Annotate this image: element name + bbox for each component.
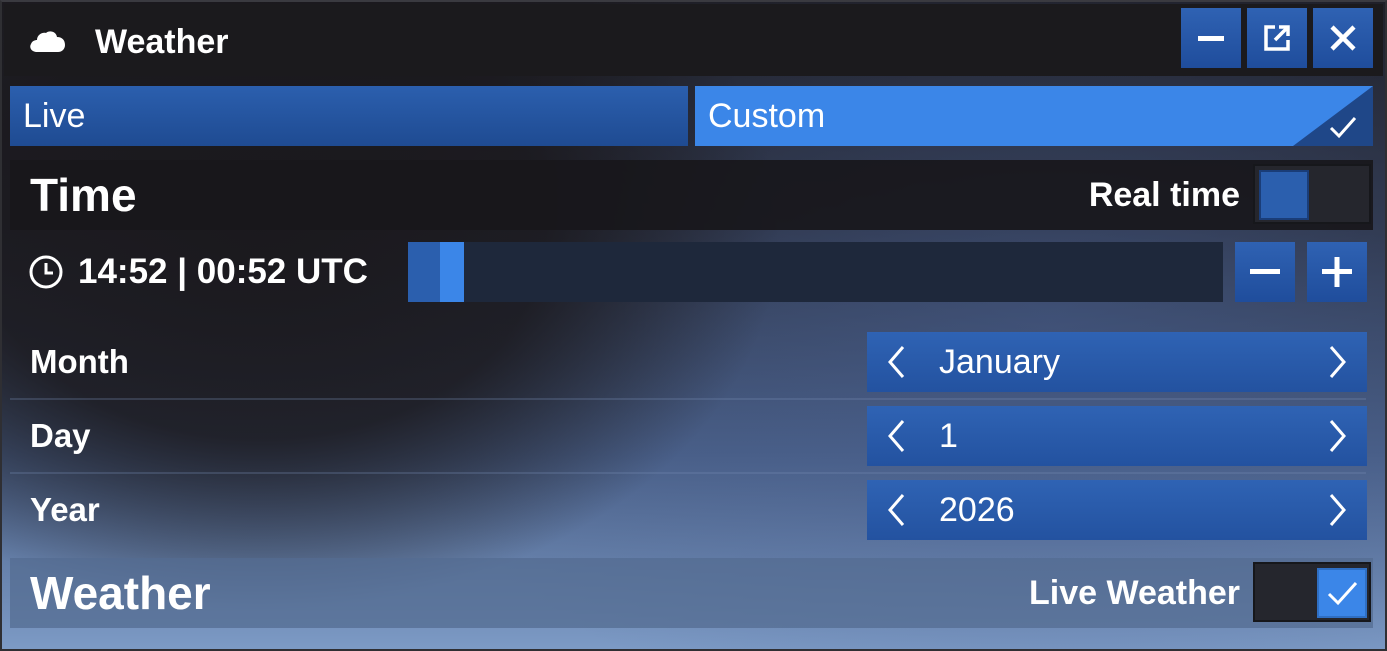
tab-live[interactable]: Live [10,86,688,146]
minimize-button[interactable] [1181,8,1241,68]
time-slider-thumb[interactable] [440,242,464,302]
close-icon [1330,25,1356,51]
check-icon [1327,581,1358,606]
time-section-title: Time [30,169,137,221]
title-bar: Weather [4,4,1383,76]
chevron-right-icon [1329,494,1346,526]
weather-section-header: Weather Live Weather [10,558,1373,628]
time-slider-fill [408,242,440,302]
month-label: Month [30,343,129,380]
time-decrement-button[interactable] [1235,242,1295,302]
popout-button[interactable] [1247,8,1307,68]
time-increment-button[interactable] [1307,242,1367,302]
day-value: 1 [939,417,958,455]
selected-check-icon [1293,86,1373,146]
year-value: 2026 [939,491,1015,529]
minimize-icon [1198,36,1224,41]
chevron-left-icon [888,494,905,526]
time-section-header: Time Real time [10,160,1373,230]
live-weather-toggle[interactable] [1253,562,1371,622]
day-next-button[interactable] [1307,406,1367,466]
popout-icon [1264,25,1290,51]
clock-icon [29,255,63,289]
tab-live-label: Live [23,97,86,135]
day-label: Day [30,417,91,454]
row-divider [10,398,1366,400]
minus-icon [1250,269,1280,274]
year-label: Year [30,491,100,528]
real-time-toggle-knob [1259,170,1309,220]
year-prev-button[interactable] [867,480,927,540]
chevron-left-icon [888,420,905,452]
window-title: Weather [95,23,229,61]
time-slider[interactable] [408,242,1223,302]
live-weather-label: Live Weather [1028,574,1240,612]
month-value: January [939,343,1060,381]
month-next-button[interactable] [1307,332,1367,392]
cloud-icon [30,31,65,52]
time-readout: 14:52 | 00:52 UTC [78,252,368,291]
day-selector: 1 [867,406,1367,466]
year-selector: 2026 [867,480,1367,540]
chevron-left-icon [888,346,905,378]
weather-section-title: Weather [30,567,211,619]
real-time-label: Real time [1088,176,1240,214]
year-next-button[interactable] [1307,480,1367,540]
weather-panel: Weather Live Custom Time Real time 14:52… [0,0,1387,651]
month-prev-button[interactable] [867,332,927,392]
close-button[interactable] [1313,8,1373,68]
row-divider [10,472,1366,474]
chevron-right-icon [1329,346,1346,378]
chevron-right-icon [1329,420,1346,452]
real-time-toggle[interactable] [1253,164,1371,224]
plus-icon [1322,257,1352,287]
live-weather-toggle-knob [1317,568,1367,618]
tab-custom-label: Custom [708,97,826,135]
month-selector: January [867,332,1367,392]
day-prev-button[interactable] [867,406,927,466]
tab-custom[interactable]: Custom [695,86,1373,146]
